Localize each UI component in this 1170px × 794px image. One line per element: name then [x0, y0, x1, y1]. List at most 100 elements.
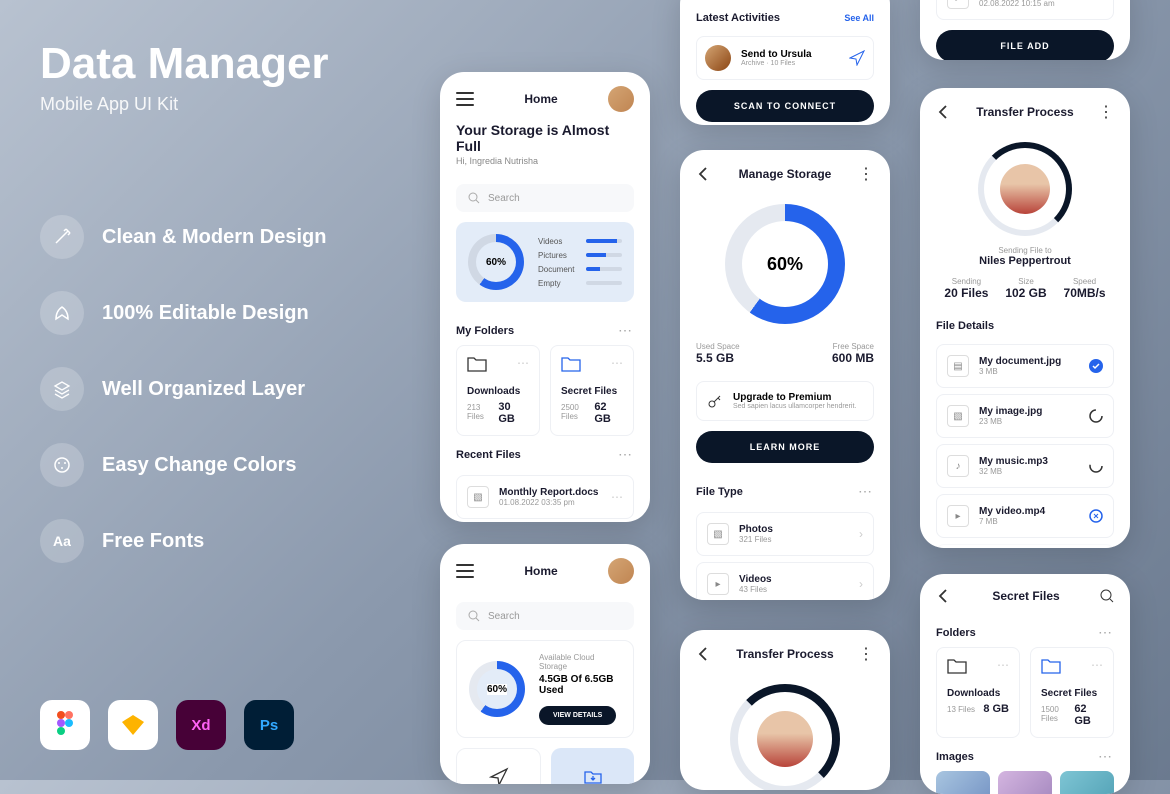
- section-title: Images: [936, 751, 974, 763]
- cloud-card: 60% Available Cloud Storage 4.5GB Of 6.5…: [456, 640, 634, 738]
- image-icon: ▧: [707, 523, 729, 545]
- donut-chart: 60%: [725, 204, 845, 324]
- file-row[interactable]: ▸My video.mp47 MB: [936, 494, 1114, 538]
- view-details-button[interactable]: VIEW DETAILS: [539, 706, 616, 725]
- loading-icon: [1089, 459, 1103, 473]
- receive-button[interactable]: Receive: [551, 748, 634, 784]
- send-button[interactable]: Send: [456, 748, 541, 784]
- avatar[interactable]: [608, 86, 634, 112]
- figma-icon: [40, 700, 90, 750]
- promo-panel: Data Manager Mobile App UI Kit Clean & M…: [40, 40, 400, 563]
- phone-activities: Latest ActivitiesSee All Send to UrsulaA…: [680, 0, 890, 125]
- page-title: Transfer Process: [976, 105, 1073, 119]
- search-input[interactable]: Search: [456, 184, 634, 212]
- phone-secret: Secret Files Folders ⋯ ⋯ Downloads 13 Fil…: [920, 574, 1130, 794]
- more-icon[interactable]: ⋯: [611, 490, 623, 504]
- learn-more-button[interactable]: LEARN MORE: [696, 431, 874, 463]
- phone-manage: Manage Storage ⋮ 60% Used Space5.5 GB Fr…: [680, 150, 890, 600]
- sketch-icon: [108, 700, 158, 750]
- avatar: [705, 45, 731, 71]
- folder-card[interactable]: ⋯ Downloads 213 Files30 GB: [456, 345, 540, 436]
- section-title: Recent Files: [456, 449, 521, 461]
- file-row[interactable]: ▤My document.jpg3 MB: [936, 344, 1114, 388]
- more-icon[interactable]: ⋯: [1098, 624, 1114, 641]
- image-icon: ▧: [467, 486, 489, 508]
- more-icon[interactable]: ⋯: [618, 446, 634, 463]
- type-row[interactable]: ▸ Videos43 Files ›: [696, 562, 874, 600]
- folder-card[interactable]: ⋯ Secret Files 2500 Files62 GB: [550, 345, 634, 436]
- music-icon: ♪: [947, 455, 969, 477]
- xd-icon: Xd: [176, 700, 226, 750]
- feature-item: Clean & Modern Design: [40, 215, 400, 259]
- search-icon[interactable]: [1100, 589, 1114, 603]
- see-all-link[interactable]: See All: [844, 13, 874, 23]
- file-row[interactable]: ▧My image.jpg23 MB: [936, 394, 1114, 438]
- scan-button[interactable]: SCAN TO CONNECT: [696, 90, 874, 122]
- avatar[interactable]: [608, 558, 634, 584]
- back-icon[interactable]: [696, 646, 712, 662]
- phone-preview: ▸ Preview.png02.08.2022 10:15 am ⋯ FILE …: [920, 0, 1130, 60]
- font-icon: Aa: [40, 519, 84, 563]
- send-icon: [849, 50, 865, 66]
- more-icon[interactable]: ⋯: [858, 483, 874, 500]
- image-thumb[interactable]: [998, 771, 1052, 794]
- section-title: Folders: [936, 627, 976, 639]
- upgrade-card[interactable]: Upgrade to PremiumSed sapien lacus ullam…: [696, 381, 874, 421]
- more-icon[interactable]: ⋯: [618, 322, 634, 339]
- ps-icon: Ps: [244, 700, 294, 750]
- section-title: My Folders: [456, 325, 514, 337]
- feature-item: Easy Change Colors: [40, 443, 400, 487]
- folder-icon: [561, 356, 581, 372]
- menu-icon[interactable]: [456, 564, 474, 578]
- folder-icon: [467, 356, 487, 372]
- more-icon[interactable]: ⋮: [858, 164, 874, 184]
- more-icon[interactable]: ⋮: [858, 644, 874, 664]
- menu-icon[interactable]: [456, 92, 474, 106]
- avatar: [1000, 164, 1050, 214]
- back-icon[interactable]: [936, 104, 952, 120]
- phone-transfer-2: Transfer Process ⋮ Sending File to Niles…: [680, 630, 890, 790]
- cancel-icon[interactable]: [1089, 509, 1103, 523]
- page-title: Transfer Process: [736, 647, 833, 661]
- folder-icon: [947, 658, 967, 674]
- folder-card[interactable]: ⋯ Downloads 13 Files8 GB: [936, 647, 1020, 738]
- play-icon: ▸: [947, 505, 969, 527]
- image-icon: ▧: [947, 405, 969, 427]
- more-icon[interactable]: ⋮: [1098, 102, 1114, 122]
- play-icon: ▸: [707, 573, 729, 595]
- search-input[interactable]: Search: [456, 602, 634, 630]
- file-row[interactable]: ▧Preview.png: [936, 544, 1114, 548]
- wand-icon: [40, 215, 84, 259]
- page-title: Home: [524, 564, 557, 578]
- folder-card[interactable]: ⋯ Secret Files 1500 Files62 GB: [1030, 647, 1114, 738]
- folder-icon: [1041, 658, 1061, 674]
- feature-item: Aa Free Fonts: [40, 519, 400, 563]
- check-icon: [1089, 359, 1103, 373]
- image-thumb[interactable]: [936, 771, 990, 794]
- image-thumb[interactable]: [1060, 771, 1114, 794]
- phone-home: Home Your Storage is Almost Full Hi, Ing…: [440, 72, 650, 522]
- layers-icon: [40, 367, 84, 411]
- activity-row[interactable]: Send to UrsulaArchive · 10 Files: [696, 36, 874, 80]
- more-icon[interactable]: ⋯: [1098, 748, 1114, 765]
- storage-card[interactable]: 60% Videos Pictures Document Empty: [456, 222, 634, 302]
- back-icon[interactable]: [936, 588, 952, 604]
- greeting: Hi, Ingredia Nutrisha: [440, 154, 650, 176]
- donut-chart: 60%: [469, 661, 525, 717]
- type-row[interactable]: ▧ Photos321 Files ›: [696, 512, 874, 556]
- receive-icon: [583, 766, 603, 784]
- feature-item: 100% Editable Design: [40, 291, 400, 335]
- file-row[interactable]: ♪My music.mp332 MB: [936, 444, 1114, 488]
- key-icon: [707, 393, 723, 409]
- page-title: Manage Storage: [739, 167, 832, 181]
- file-add-button[interactable]: FILE ADD: [936, 30, 1114, 60]
- pen-icon: [40, 291, 84, 335]
- file-row[interactable]: ▸ Preview.png02.08.2022 10:15 am ⋯: [936, 0, 1114, 20]
- feature-item: Well Organized Layer: [40, 367, 400, 411]
- play-icon: ▸: [947, 0, 969, 9]
- file-row[interactable]: ▧ Monthly Report.docs01.08.2022 03:35 pm…: [456, 475, 634, 519]
- back-icon[interactable]: [696, 166, 712, 182]
- section-title: File Type: [696, 486, 743, 498]
- chevron-right-icon: ›: [859, 577, 863, 591]
- page-title: Secret Files: [992, 589, 1059, 603]
